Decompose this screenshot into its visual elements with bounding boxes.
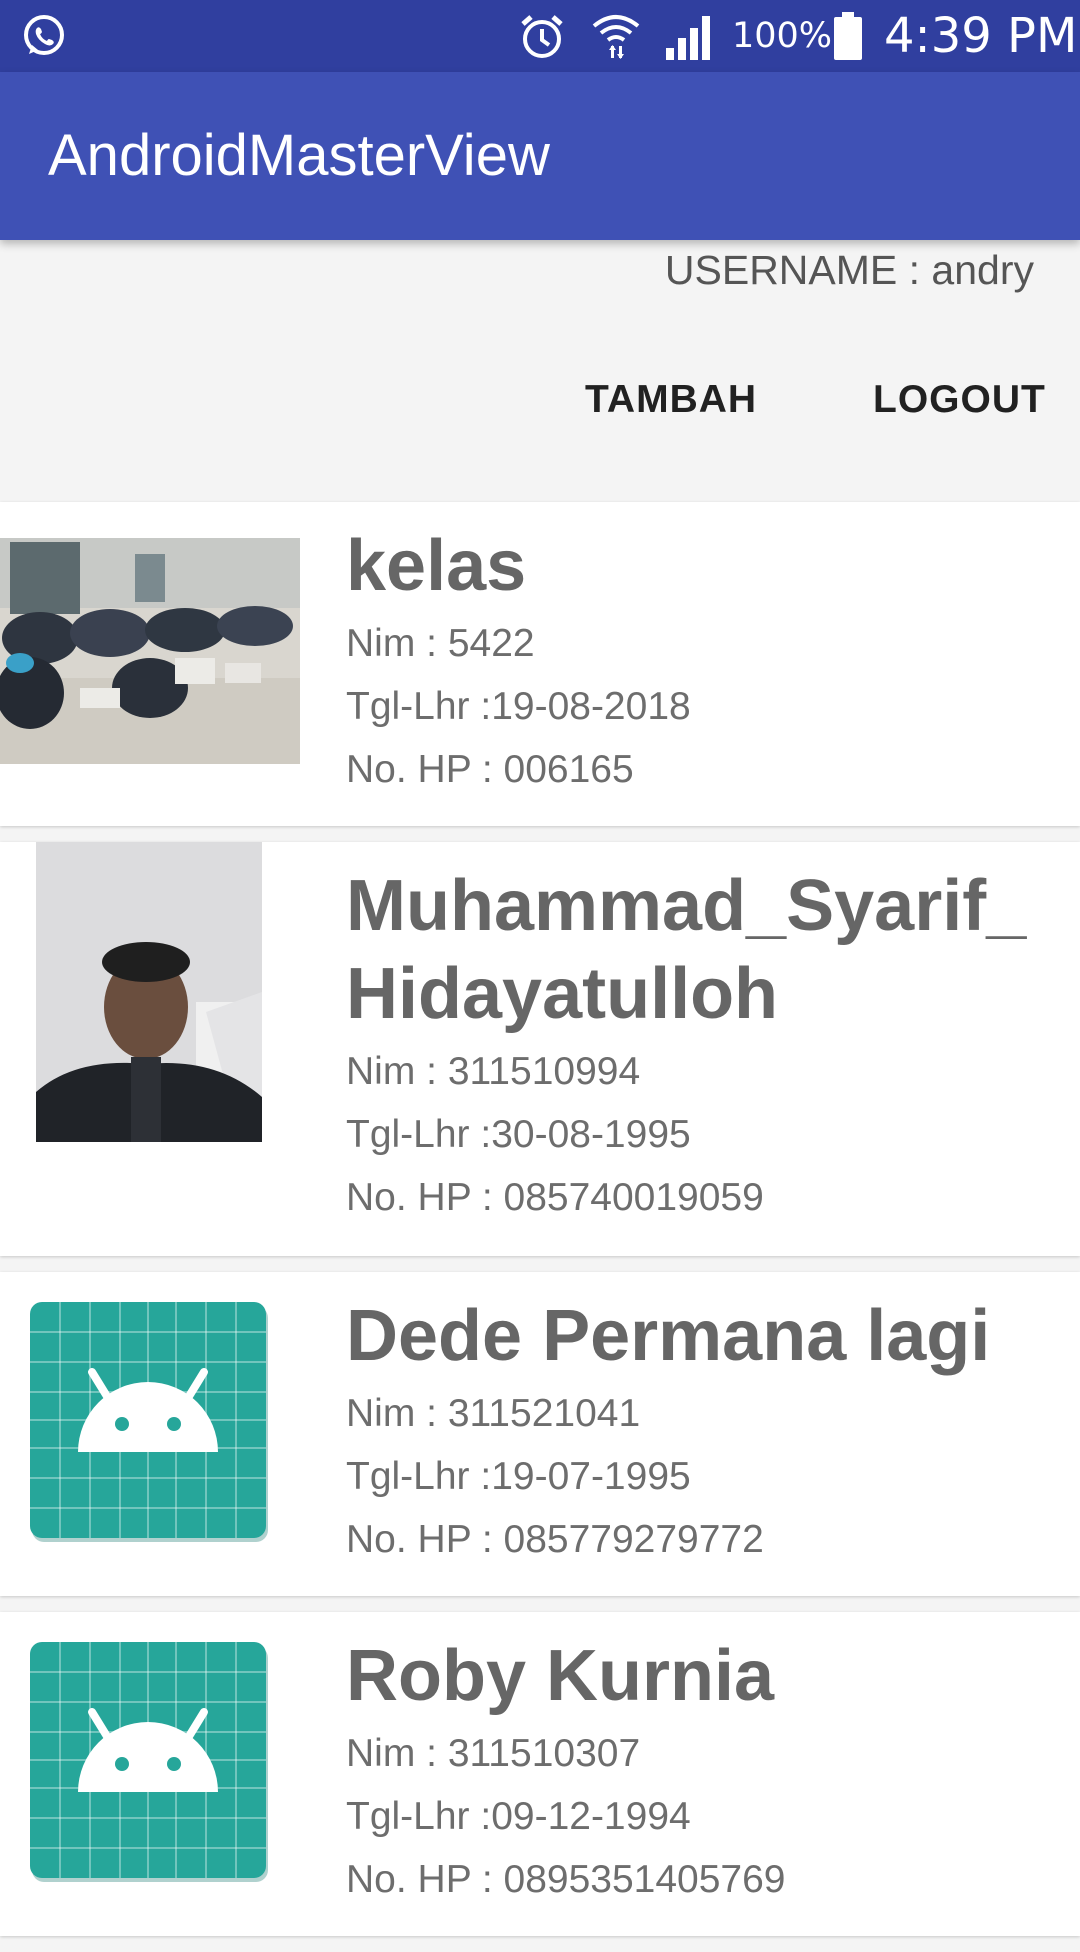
student-info: Muhammad_Syarif_Hidayatulloh Nim : 31151… bbox=[346, 862, 1040, 1229]
student-list: kelas Nim : 5422 Tgl-Lhr :19-08-2018 No.… bbox=[0, 502, 1080, 1952]
whatsapp-icon bbox=[24, 15, 64, 55]
student-phone: No. HP : 085779279772 bbox=[346, 1518, 764, 1561]
list-item[interactable]: Muhammad_Syarif_Hidayatulloh Nim : 31151… bbox=[0, 842, 1080, 1256]
student-nim: Nim : 311521041 bbox=[346, 1392, 641, 1435]
student-nim: Nim : 311510307 bbox=[346, 1732, 641, 1775]
student-phone: No. HP : 006165 bbox=[346, 748, 634, 791]
logout-button[interactable]: LOGOUT bbox=[873, 370, 1046, 430]
student-info: Dede Permana lagi Nim : 311521041 Tgl-Lh… bbox=[346, 1292, 1040, 1571]
student-birthdate: Tgl-Lhr :30-08-1995 bbox=[346, 1113, 691, 1156]
username-label: USERNAME : andry bbox=[664, 247, 1034, 293]
student-nim: Nim : 311510994 bbox=[346, 1050, 641, 1093]
student-info: Roby Kurnia Nim : 311510307 Tgl-Lhr :09-… bbox=[346, 1632, 1040, 1911]
android-placeholder-icon bbox=[30, 1302, 268, 1542]
list-item[interactable]: kelas Nim : 5422 Tgl-Lhr :19-08-2018 No.… bbox=[0, 502, 1080, 826]
classroom-photo bbox=[0, 538, 300, 764]
student-nim: Nim : 5422 bbox=[346, 622, 535, 665]
status-bar: 100% 4:39 PM bbox=[0, 0, 1080, 72]
list-item[interactable]: Roby Kurnia Nim : 311510307 Tgl-Lhr :09-… bbox=[0, 1612, 1080, 1936]
signal-icon bbox=[666, 16, 710, 60]
student-phone: No. HP : 0895351405769 bbox=[346, 1858, 786, 1901]
wifi-icon bbox=[592, 15, 640, 59]
student-info: kelas Nim : 5422 Tgl-Lhr :19-08-2018 No.… bbox=[346, 522, 1040, 801]
student-birthdate: Tgl-Lhr :19-08-2018 bbox=[346, 685, 691, 728]
app-title: AndroidMasterView bbox=[48, 123, 550, 188]
student-name: Dede Permana lagi bbox=[346, 1296, 991, 1376]
app-bar: AndroidMasterView bbox=[0, 72, 1080, 240]
selfie-photo bbox=[36, 842, 262, 1142]
student-name: Roby Kurnia bbox=[346, 1636, 775, 1716]
student-name: kelas bbox=[346, 526, 527, 606]
clock: 4:39 PM bbox=[884, 8, 1078, 64]
student-phone: No. HP : 085740019059 bbox=[346, 1176, 764, 1219]
student-birthdate: Tgl-Lhr :09-12-1994 bbox=[346, 1795, 691, 1838]
android-placeholder-icon bbox=[30, 1642, 268, 1882]
list-item[interactable]: Dede Permana lagi Nim : 311521041 Tgl-Lh… bbox=[0, 1272, 1080, 1596]
alarm-icon bbox=[521, 15, 563, 58]
battery-icon bbox=[834, 12, 862, 60]
battery-percentage: 100% bbox=[732, 16, 833, 56]
add-button[interactable]: TAMBAH bbox=[585, 370, 757, 430]
student-name: Muhammad_Syarif_Hidayatulloh bbox=[346, 866, 1027, 1034]
student-birthdate: Tgl-Lhr :19-07-1995 bbox=[346, 1455, 691, 1498]
